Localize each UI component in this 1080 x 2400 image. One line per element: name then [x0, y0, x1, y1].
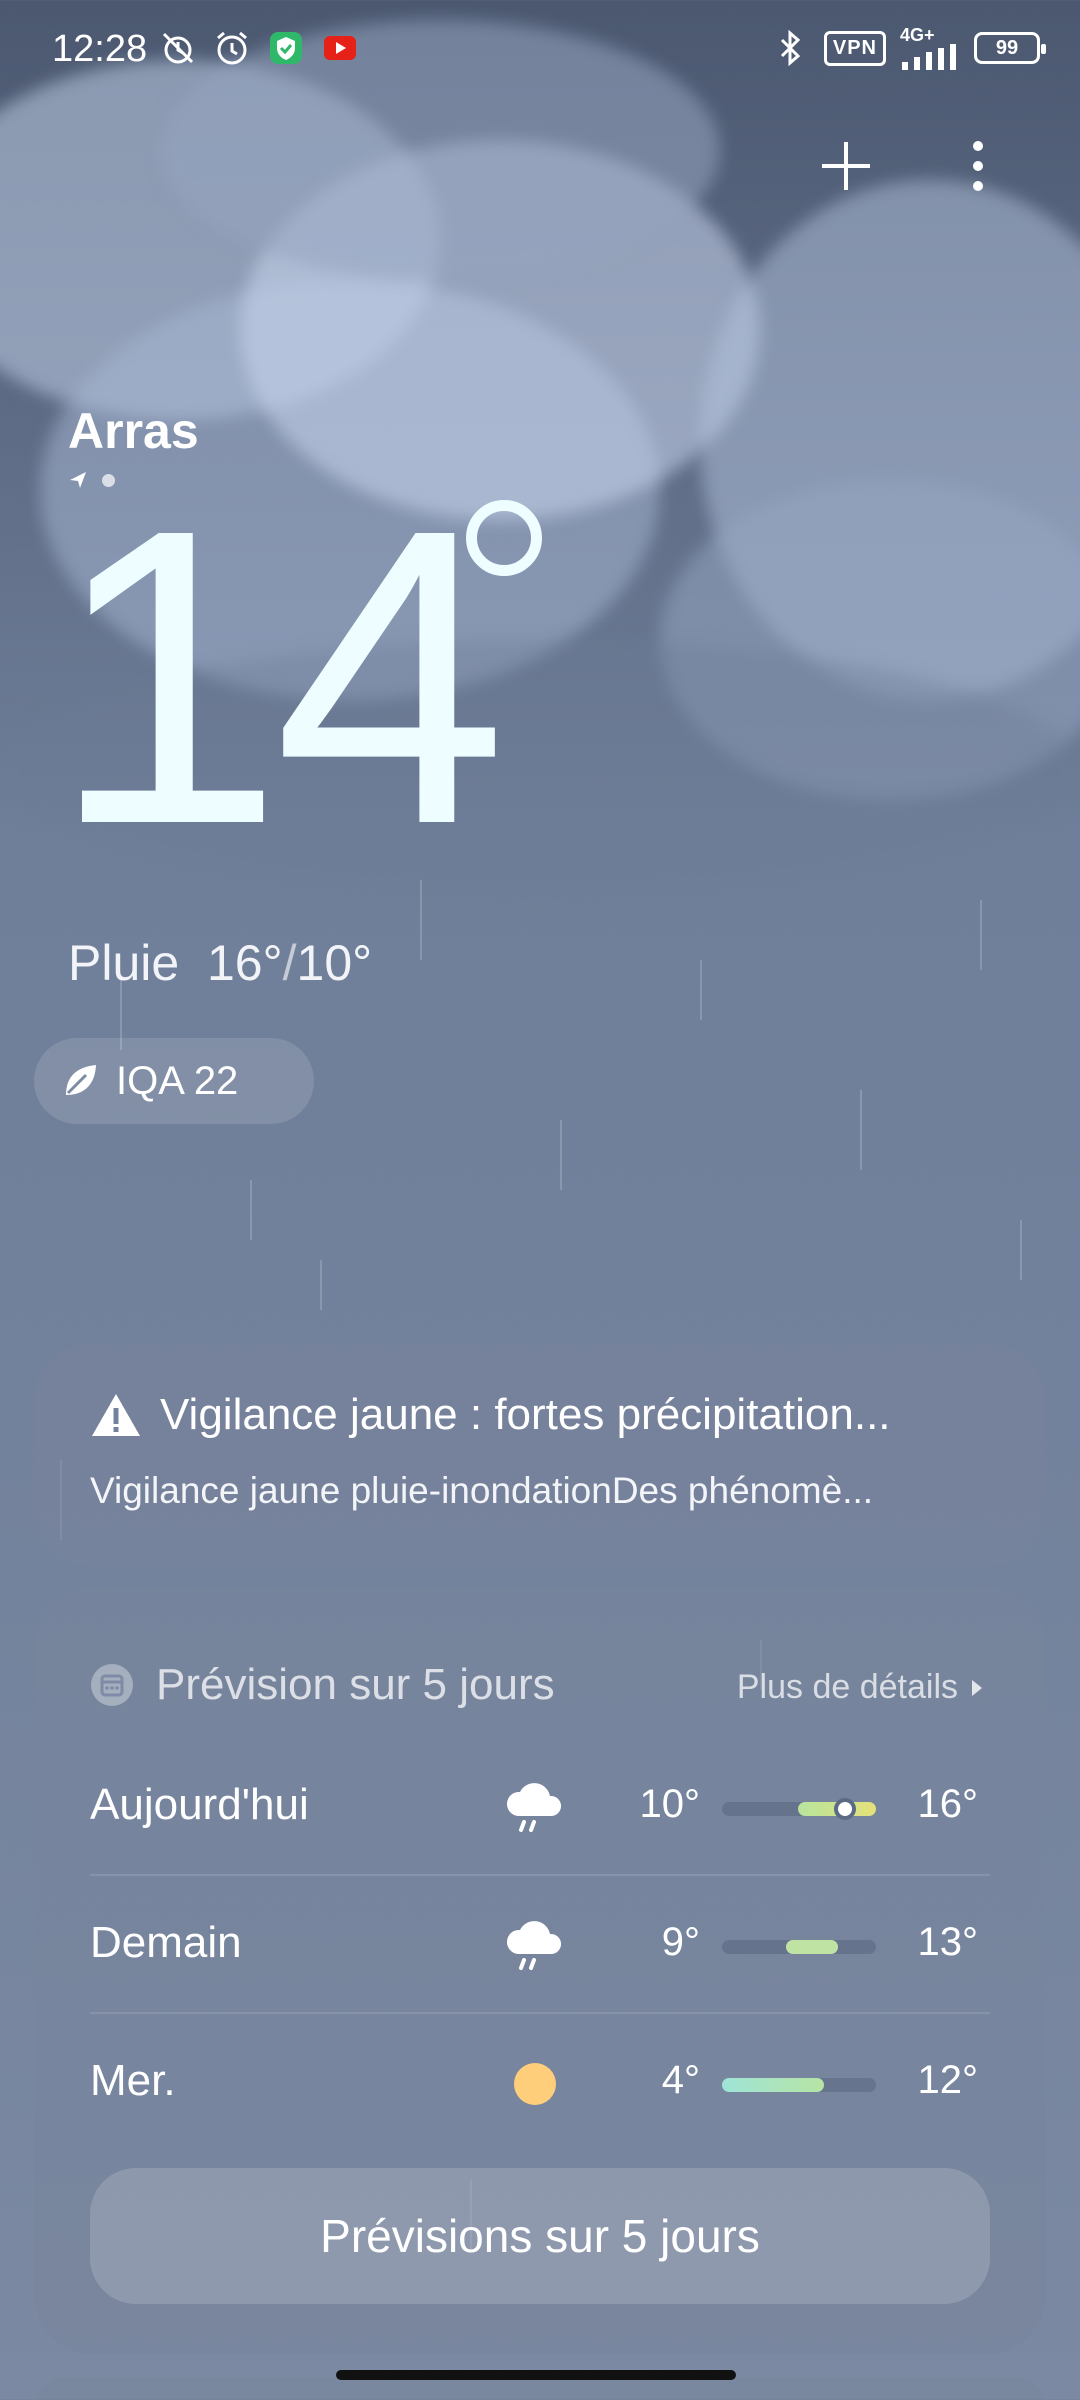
temperature-range-bar	[722, 2078, 876, 2092]
alert-description: Vigilance jaune pluie-inondationDes phén…	[90, 1470, 874, 1511]
plus-icon	[822, 142, 870, 190]
today-high: 16°	[206, 935, 283, 991]
more-details-label: Plus de détails	[736, 1668, 958, 1706]
rain-cloud-icon	[506, 1921, 562, 1970]
warning-icon	[92, 1394, 140, 1436]
leaf-icon	[66, 1065, 96, 1095]
triangle-right-icon	[972, 1679, 982, 1696]
forecast-heading: Prévision sur 5 jours	[156, 1660, 555, 1709]
youtube-icon	[320, 28, 360, 68]
today-low: 10°	[296, 935, 373, 991]
temperature-range-fill	[722, 2078, 824, 2092]
signal-icon	[902, 44, 956, 70]
forecast-day: Aujourd'hui	[90, 1780, 309, 1829]
forecast-card: Prévision sur 5 jours Plus de détails Au…	[34, 1588, 1046, 2354]
network-type: 4G+	[900, 25, 935, 45]
condition-text: Pluie	[68, 935, 180, 991]
current-temperature: 14	[50, 443, 507, 912]
forecast-high: 12°	[917, 2058, 979, 2102]
more-vertical-icon	[973, 141, 983, 191]
forecast-day: Mer.	[90, 2056, 176, 2105]
next-card-peek	[34, 2378, 1046, 2400]
battery-level: 99	[995, 36, 1019, 59]
forecast-day: Demain	[90, 1918, 242, 1967]
battery-icon: 99	[974, 32, 1046, 64]
temperature-range-fill	[786, 1940, 838, 1954]
forecast-row-today[interactable]: Aujourd'hui 10° 16°	[90, 1738, 990, 1876]
forecast-row-wednesday[interactable]: Mer. 4° 12°	[90, 2014, 990, 2152]
forecast-low: 10°	[639, 1782, 701, 1826]
temperature-range-bar	[722, 1940, 876, 1954]
alert-title: Vigilance jaune : fortes précipitation..…	[160, 1390, 891, 1439]
home-indicator[interactable]	[336, 2370, 736, 2380]
sun-icon	[514, 2063, 556, 2105]
forecast-low: 4°	[661, 2058, 700, 2102]
current-temp-marker	[834, 1798, 856, 1820]
alarm-clock-icon	[212, 28, 252, 68]
more-options-button[interactable]	[938, 126, 1018, 206]
forecast-low: 9°	[661, 1920, 700, 1964]
aqi-value: IQA 22	[116, 1058, 239, 1103]
condition-summary: Pluie 16°/10°	[68, 935, 373, 991]
bluetooth-icon	[770, 28, 810, 68]
forecast-high: 16°	[917, 1782, 979, 1826]
weather-alert-card[interactable]: Vigilance jaune : fortes précipitation..…	[34, 1342, 1046, 1566]
forecast-high: 13°	[917, 1920, 979, 1964]
alarm-off-icon	[158, 28, 198, 68]
security-shield-icon	[266, 28, 306, 68]
vpn-badge: VPN	[823, 30, 886, 66]
forecast-row-tomorrow[interactable]: Demain 9° 13°	[90, 1876, 990, 2014]
degree-symbol	[466, 500, 542, 576]
add-city-button[interactable]	[806, 126, 886, 206]
aqi-pill[interactable]: IQA 22	[34, 1038, 314, 1124]
calendar-icon	[91, 1664, 133, 1706]
five-day-forecast-button[interactable]: Prévisions sur 5 jours	[90, 2168, 990, 2304]
status-bar: 12:28 VPN 4G+ 99	[0, 0, 1080, 96]
temperature-range-bar	[722, 1798, 876, 1820]
status-time: 12:28	[52, 28, 148, 70]
rain-cloud-icon	[506, 1783, 562, 1832]
more-details-link[interactable]: Plus de détails	[737, 1668, 984, 1707]
